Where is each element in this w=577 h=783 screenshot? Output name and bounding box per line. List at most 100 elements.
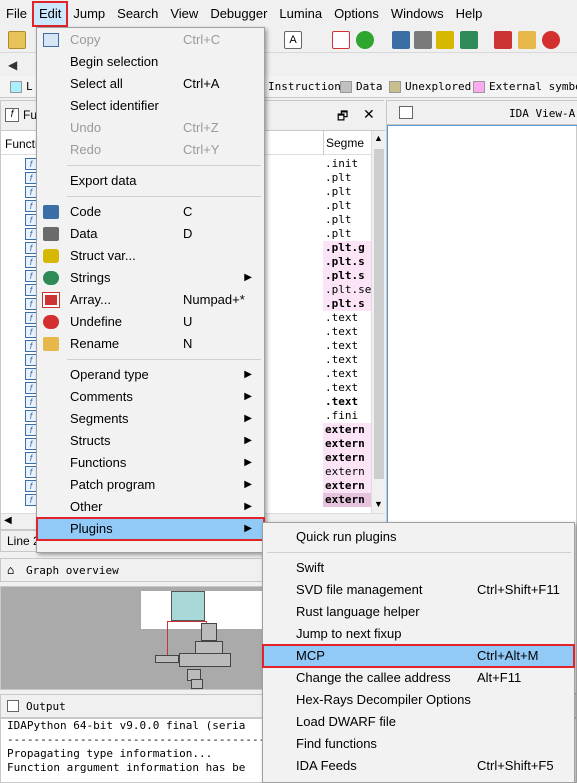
plugin-item-jump-to-next-fixup[interactable]: Jump to next fixup: [263, 623, 574, 645]
plugin-item-quick-run-plugins[interactable]: Quick run plugins: [263, 526, 574, 548]
green-circle-icon[interactable]: [356, 31, 374, 49]
segment-cell[interactable]: extern: [323, 479, 371, 493]
segment-cell[interactable]: .text: [323, 311, 371, 325]
segment-cell[interactable]: extern: [323, 423, 371, 437]
code-toolbar-icon[interactable]: [392, 31, 410, 49]
menu-item-array[interactable]: Array... Numpad+*: [37, 289, 264, 311]
segment-cell[interactable]: extern: [323, 437, 371, 451]
legend-library: L: [10, 80, 33, 93]
segment-cell[interactable]: .text: [323, 367, 371, 381]
menu-item-begin-selection[interactable]: Begin selection: [37, 51, 264, 73]
menu-item-operand-type[interactable]: Operand type ▶: [37, 364, 264, 386]
segment-cell[interactable]: .text: [323, 353, 371, 367]
close-icon[interactable]: ✕: [363, 106, 375, 123]
menu-item-structs[interactable]: Structs ▶: [37, 430, 264, 452]
menu-item-patch-program[interactable]: Patch program ▶: [37, 474, 264, 496]
rename-toolbar-icon[interactable]: [518, 31, 536, 49]
segment-cell[interactable]: .fini: [323, 409, 371, 423]
menu-item-redo[interactable]: Redo Ctrl+Y: [37, 139, 264, 161]
edit-menu: Copy Ctrl+C Begin selection Select all Ctrl+…: [36, 27, 265, 553]
data-toolbar-icon[interactable]: [414, 31, 432, 49]
segment-cell[interactable]: .plt.s: [323, 255, 371, 269]
menu-lumina[interactable]: Lumina: [273, 2, 328, 26]
undefine-toolbar-icon[interactable]: [542, 31, 560, 49]
submenu-arrow-icon: ▶: [244, 369, 252, 380]
menu-help[interactable]: Help: [450, 2, 489, 26]
graph-red-icon[interactable]: [332, 31, 350, 49]
menu-item-other[interactable]: Other ▶: [37, 496, 264, 518]
ida-view-titlebar: IDA View-A: [387, 101, 577, 125]
segment-cell[interactable]: .plt.s: [323, 297, 371, 311]
segment-cell[interactable]: .plt: [323, 213, 371, 227]
scroll-thumb[interactable]: [374, 149, 384, 479]
menu-item-struct-var[interactable]: Struct var...: [37, 245, 264, 267]
plugin-item-find-functions[interactable]: Find functions: [263, 733, 574, 755]
segment-cell[interactable]: .plt.g: [323, 241, 371, 255]
plugin-item-mcp[interactable]: MCP Ctrl+Alt+M: [262, 644, 575, 668]
menu-options[interactable]: Options: [328, 2, 385, 26]
menu-debugger[interactable]: Debugger: [204, 2, 273, 26]
menu-item-copy[interactable]: Copy Ctrl+C: [37, 29, 264, 51]
menu-item-plugins[interactable]: Plugins ▶: [36, 517, 265, 541]
menu-item-strings[interactable]: Strings ▶: [37, 267, 264, 289]
segment-cell[interactable]: .plt.s: [323, 269, 371, 283]
segment-cell[interactable]: .plt.se: [323, 283, 371, 297]
navigate-back-icon[interactable]: ◀: [8, 56, 18, 74]
vertical-scrollbar[interactable]: ▲ ▼: [371, 131, 385, 513]
strings-toolbar-icon[interactable]: [460, 31, 478, 49]
column-segment[interactable]: Segme: [323, 131, 364, 155]
segment-cell[interactable]: extern: [323, 465, 371, 479]
scroll-down-icon[interactable]: ▼: [374, 499, 383, 509]
menu-item-select-identifier[interactable]: Select identifier: [37, 95, 264, 117]
menu-item-undefine[interactable]: Undefine U: [37, 311, 264, 333]
menu-item-export-data[interactable]: Export data: [37, 170, 264, 192]
menu-item-data[interactable]: Data D: [37, 223, 264, 245]
scroll-left-icon[interactable]: ◀: [4, 515, 12, 526]
menu-view[interactable]: View: [164, 2, 204, 26]
plugin-item-svd-file-management[interactable]: SVD file management Ctrl+Shift+F11: [263, 579, 574, 601]
menu-separator: [67, 196, 261, 197]
menu-jump[interactable]: Jump: [67, 2, 111, 26]
segment-cell[interactable]: extern: [323, 451, 371, 465]
menu-item-segments[interactable]: Segments ▶: [37, 408, 264, 430]
menu-item-rename[interactable]: Rename N: [37, 333, 264, 355]
plugin-item-change-the-callee-address[interactable]: Change the callee address Alt+F11: [263, 667, 574, 689]
legend-data: Data: [340, 80, 383, 93]
segment-cell[interactable]: .text: [323, 381, 371, 395]
scroll-up-icon[interactable]: ▲: [374, 133, 383, 143]
segment-cell[interactable]: .init: [323, 157, 371, 171]
legend-instruction: Instruction: [268, 80, 341, 93]
plugin-item-load-dwarf-file[interactable]: Load DWARF file: [263, 711, 574, 733]
segment-cell[interactable]: .plt: [323, 227, 371, 241]
menu-item-label: Change the callee address: [296, 670, 451, 685]
restore-icon[interactable]: 🗗: [337, 107, 348, 128]
menu-item-code[interactable]: Code C: [37, 201, 264, 223]
text-icon[interactable]: A: [284, 31, 302, 49]
plugin-item-swift[interactable]: Swift: [263, 557, 574, 579]
menu-item-label: Other: [70, 499, 103, 514]
segment-cell[interactable]: .plt: [323, 199, 371, 213]
menu-item-comments[interactable]: Comments ▶: [37, 386, 264, 408]
plugin-item-rust-language-helper[interactable]: Rust language helper: [263, 601, 574, 623]
menu-item-undo[interactable]: Undo Ctrl+Z: [37, 117, 264, 139]
segment-cell[interactable]: .text: [323, 339, 371, 353]
segment-cell[interactable]: .text: [323, 395, 371, 409]
menu-edit[interactable]: Edit: [31, 1, 69, 27]
array-toolbar-icon[interactable]: [494, 31, 512, 49]
menu-search[interactable]: Search: [111, 2, 164, 26]
menu-item-select-all[interactable]: Select all Ctrl+A: [37, 73, 264, 95]
struct-toolbar-icon[interactable]: [436, 31, 454, 49]
plugin-item-ida-feeds[interactable]: IDA Feeds Ctrl+Shift+F5: [263, 755, 574, 777]
segment-cell[interactable]: extern: [323, 493, 371, 507]
menu-item-functions[interactable]: Functions ▶: [37, 452, 264, 474]
menu-item-label: Comments: [70, 389, 133, 404]
plugin-item-hex-rays-decompiler-options[interactable]: Hex-Rays Decompiler Options: [263, 689, 574, 711]
menu-file[interactable]: File: [0, 2, 33, 26]
column-function-name[interactable]: Functi: [5, 137, 38, 151]
menu-windows[interactable]: Windows: [385, 2, 450, 26]
segment-cell[interactable]: .plt: [323, 171, 371, 185]
segment-cell[interactable]: .text: [323, 325, 371, 339]
segment-cell[interactable]: .plt: [323, 185, 371, 199]
menu-item-label: Strings: [70, 270, 111, 285]
open-folder-icon[interactable]: [8, 31, 26, 49]
